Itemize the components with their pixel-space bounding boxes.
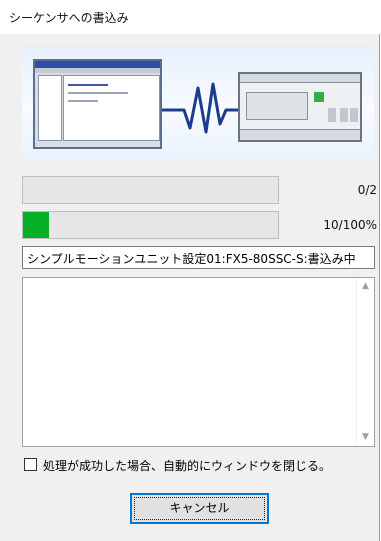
item-progress-bar [22,211,279,239]
overall-progress-count: 0/2 [357,183,377,197]
window-title: シーケンサへの書込み [9,11,129,25]
title-bar: シーケンサへの書込み [0,0,380,34]
connection-wave-icon [162,82,240,134]
computer-screen-icon [33,59,162,149]
overall-progress-bar [22,176,279,204]
item-progress-fill [23,212,49,238]
auto-close-label[interactable]: 処理が成功した場合、自動的にウィンドウを閉じる。 [43,457,331,474]
transfer-illustration [22,46,374,161]
auto-close-checkbox[interactable] [24,458,37,471]
cancel-button[interactable]: キャンセル [130,493,269,524]
scroll-down-icon[interactable]: ▼ [357,429,374,446]
scroll-up-icon[interactable]: ▲ [357,278,374,295]
status-text: シンプルモーションユニット設定01:FX5-80SSC-S:書込み中 [22,246,375,269]
plc-unit-icon [238,72,362,142]
log-textarea[interactable]: ▲ ▼ [22,277,375,447]
write-to-plc-dialog: シーケンサへの書込み 0/2 10/100% シンプルモーションユニット設定01… [0,0,380,541]
log-scrollbar[interactable]: ▲ ▼ [356,278,374,446]
item-progress-percent: 10/100% [323,218,377,232]
